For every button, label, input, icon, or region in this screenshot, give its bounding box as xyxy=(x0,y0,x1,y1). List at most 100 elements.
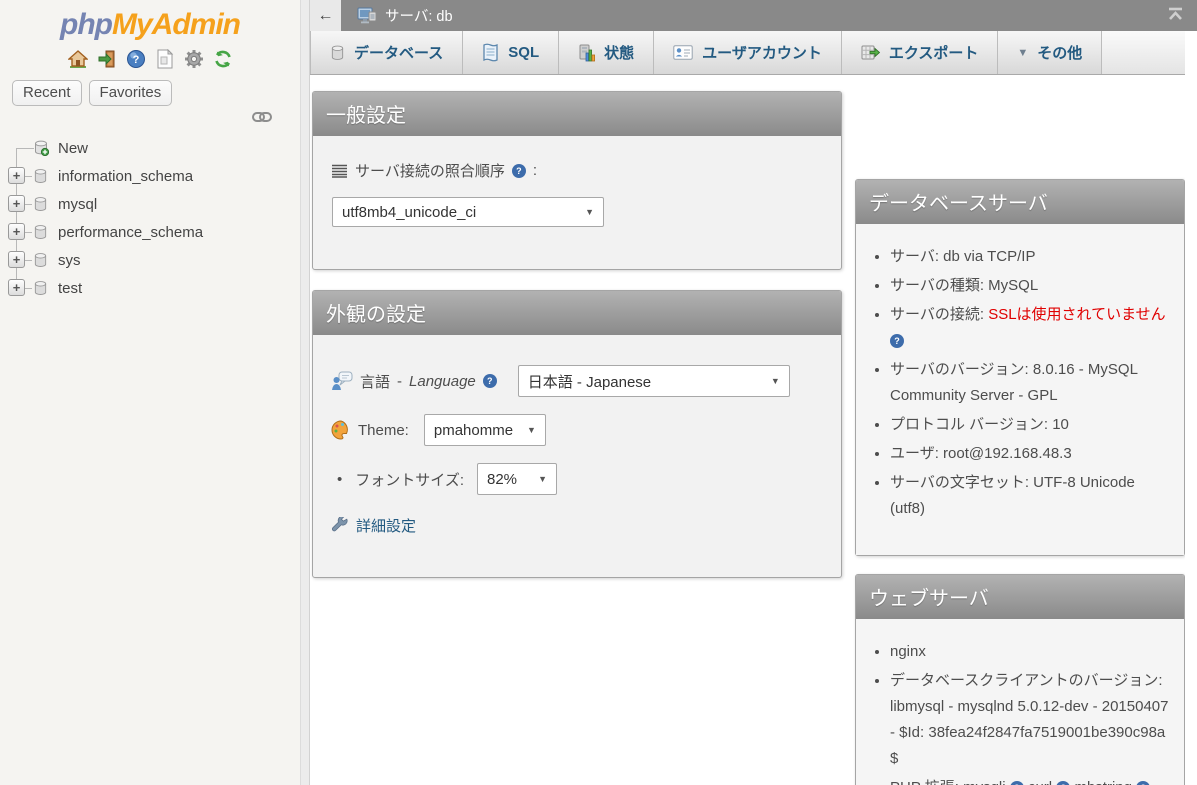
expand-plus-icon[interactable]: + xyxy=(8,279,25,296)
collation-label: サーバ接続の照合順序 xyxy=(355,160,505,181)
tree-item-label: performance_schema xyxy=(58,224,203,241)
list-item: ユーザ: root@192.168.48.3 xyxy=(890,441,1172,467)
web-server-list: nginx データベースクライアントのバージョン: libmysql - mys… xyxy=(864,639,1172,785)
tab-databases[interactable]: データベース xyxy=(310,31,463,74)
phpmyadmin-logo[interactable]: phpMyAdmin xyxy=(0,0,300,42)
more-settings-link[interactable]: 詳細設定 xyxy=(356,515,416,536)
tab-status[interactable]: 状態 xyxy=(559,31,654,74)
list-item: nginx xyxy=(890,639,1172,665)
theme-palette-icon xyxy=(331,420,351,440)
select-arrow-icon: ▼ xyxy=(585,207,594,217)
tab-label: 状態 xyxy=(604,42,634,63)
expand-plus-icon[interactable]: + xyxy=(8,251,25,268)
tree-item-label: test xyxy=(58,280,82,297)
navigation-sidebar: phpMyAdmin ? Recent Favorites xyxy=(0,0,300,785)
help-icon[interactable]: ? xyxy=(1056,781,1070,785)
help-icon[interactable]: ? xyxy=(890,334,904,348)
server-charset: サーバの文字セット: UTF-8 Unicode (utf8) xyxy=(890,474,1135,517)
theme-label: Theme: xyxy=(358,422,409,439)
server-tab-bar: データベース SQL 状態 ユーザアカウント エクスポート xyxy=(310,31,1185,75)
panel-title: 一般設定 xyxy=(313,92,841,136)
theme-selected-value: pmahomme xyxy=(434,422,513,439)
tree-item-performance-schema[interactable]: + performance_schema xyxy=(0,218,300,246)
select-arrow-icon: ▼ xyxy=(771,376,780,386)
export-icon xyxy=(861,44,880,61)
tree-item-sys[interactable]: + sys xyxy=(0,246,300,274)
refresh-icon[interactable] xyxy=(212,48,234,70)
help-icon[interactable]: ? xyxy=(1136,781,1150,785)
tab-label: ユーザアカウント xyxy=(702,42,822,63)
fontsize-select[interactable]: 82% ▼ xyxy=(477,463,557,495)
tab-sql[interactable]: SQL xyxy=(463,31,559,74)
web-server-panel: ウェブサーバ nginx データベースクライアントのバージョン: libmysq… xyxy=(855,574,1185,785)
tree-item-new-database[interactable]: New xyxy=(0,134,300,162)
php-extension: mbstring xyxy=(1074,779,1132,785)
user-card-icon xyxy=(673,45,693,60)
select-arrow-icon: ▼ xyxy=(527,425,536,435)
favorites-button[interactable]: Favorites xyxy=(89,80,173,106)
fontsize-label: フォントサイズ: xyxy=(355,469,464,490)
tree-item-information-schema[interactable]: + information_schema xyxy=(0,162,300,190)
database-icon xyxy=(33,280,48,296)
general-settings-panel: 一般設定 サーバ接続の照合順序 ? : utf8mb4_unicode_ci ▼ xyxy=(312,91,842,270)
server-user: ユーザ: root@192.168.48.3 xyxy=(890,445,1072,462)
logout-icon[interactable] xyxy=(96,48,118,70)
logo-myadmin-text: MyAdmin xyxy=(112,8,240,41)
panel-title: ウェブサーバ xyxy=(856,575,1184,619)
scrollbar-track[interactable] xyxy=(1185,31,1197,785)
chevron-down-icon: ▼ xyxy=(1017,47,1028,59)
list-item: サーバ: db via TCP/IP xyxy=(890,244,1172,270)
tab-more[interactable]: ▼ その他 xyxy=(998,31,1102,74)
help-icon[interactable]: ? xyxy=(1010,781,1024,785)
tab-user-accounts[interactable]: ユーザアカウント xyxy=(654,31,842,74)
back-button[interactable]: ← xyxy=(310,0,341,31)
list-item: PHP 拡張: mysqli ? curl ? mbstring ? xyxy=(890,775,1172,785)
ssl-warning-text: SSLは使用されていません xyxy=(988,306,1165,323)
expand-plus-icon[interactable]: + xyxy=(8,195,25,212)
php-extension: curl xyxy=(1028,779,1052,785)
tab-label: その他 xyxy=(1037,42,1082,63)
list-item: サーバの文字セット: UTF-8 Unicode (utf8) xyxy=(890,470,1172,522)
logo-php-text: php xyxy=(60,8,112,41)
link-with-main-panel-icon[interactable] xyxy=(252,110,272,124)
settings-gear-icon[interactable] xyxy=(183,48,205,70)
help-icon[interactable]: ? xyxy=(483,374,497,388)
database-icon xyxy=(330,44,345,61)
database-icon xyxy=(33,196,48,212)
collation-select[interactable]: utf8mb4_unicode_ci ▼ xyxy=(332,197,604,227)
sql-file-icon xyxy=(482,43,499,62)
select-arrow-icon: ▼ xyxy=(538,474,547,484)
database-icon xyxy=(33,252,48,268)
list-item: データベースクライアントのバージョン: libmysql - mysqlnd 5… xyxy=(890,668,1172,772)
sidebar-resize-handle[interactable] xyxy=(300,0,310,785)
wrench-icon xyxy=(331,517,349,535)
database-icon xyxy=(33,168,48,184)
panel-title: 外観の設定 xyxy=(313,291,841,335)
server-type: サーバの種類: MySQL xyxy=(890,277,1038,294)
home-icon[interactable] xyxy=(67,48,89,70)
tab-export[interactable]: エクスポート xyxy=(842,31,999,74)
language-label-ja: 言語 xyxy=(360,371,390,392)
tree-item-test[interactable]: + test xyxy=(0,274,300,302)
server-info-column: データベースサーバ サーバ: db via TCP/IP サーバの種類: MyS… xyxy=(855,179,1185,785)
expand-plus-icon[interactable]: + xyxy=(8,223,25,240)
tree-item-label: New xyxy=(58,140,88,157)
recent-button[interactable]: Recent xyxy=(12,80,82,106)
list-item: サーバの接続: SSLは使用されていません ? xyxy=(890,302,1172,354)
language-select[interactable]: 日本語 - Japanese ▼ xyxy=(518,365,790,397)
quick-access-buttons: Recent Favorites xyxy=(12,80,300,106)
db-client-version: データベースクライアントのバージョン: libmysql - mysqlnd 5… xyxy=(890,672,1168,767)
main-panel: ← サーバ: db データベース SQL 状態 xyxy=(310,0,1197,785)
tree-branch-line xyxy=(16,148,34,149)
tab-label: エクスポート xyxy=(889,42,979,63)
help-icon[interactable]: ? xyxy=(512,164,526,178)
collation-selected-value: utf8mb4_unicode_ci xyxy=(342,204,476,221)
tree-item-mysql[interactable]: + mysql xyxy=(0,190,300,218)
scroll-to-top-icon[interactable] xyxy=(1166,6,1185,25)
theme-select[interactable]: pmahomme ▼ xyxy=(424,414,546,446)
tree-item-label: sys xyxy=(58,252,81,269)
help-icon[interactable]: ? xyxy=(125,48,147,70)
database-icon xyxy=(33,224,48,240)
expand-plus-icon[interactable]: + xyxy=(8,167,25,184)
docs-icon[interactable] xyxy=(154,48,176,70)
